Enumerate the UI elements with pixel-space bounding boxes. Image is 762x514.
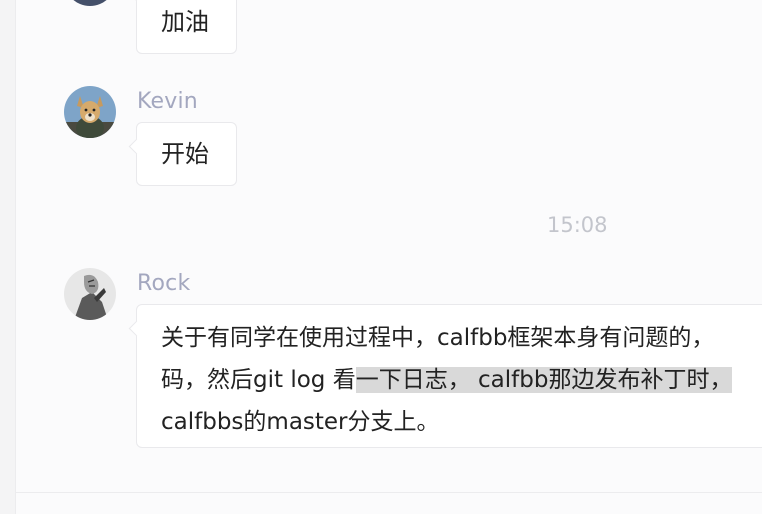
message-text: 开始	[161, 140, 209, 168]
sender-name: Kevin	[137, 89, 198, 114]
avatar[interactable]	[64, 0, 116, 6]
input-area[interactable]	[16, 493, 762, 514]
message-bubble: 关于有同学在使用过程中，calfbb框架本身有问题的， 码，然后git log …	[136, 304, 762, 448]
sidebar-edge	[0, 0, 16, 514]
selected-text[interactable]: 一下日志， calfbb那边发布补丁时，	[355, 367, 733, 393]
message-line: 码，然后git log 看一下日志， calfbb那边发布补丁时，	[161, 359, 762, 401]
message-bubble: 加油	[136, 0, 237, 54]
sketch-avatar-icon	[64, 268, 116, 320]
avatar-rock[interactable]	[64, 268, 116, 320]
sender-name: Rock	[137, 271, 191, 296]
message-text: 加油	[161, 8, 209, 36]
message-timestamp: 15:08	[547, 213, 608, 237]
message-text-segment: 码，然后git log 看	[161, 367, 356, 393]
chat-pane: 加油 Kevin 开始 15:08 Rock 关于有同学在使用过程中，calfb…	[0, 0, 762, 514]
message-bubble: 开始	[136, 122, 237, 186]
avatar-kevin[interactable]	[64, 86, 116, 138]
message-line: calfbbs的master分支上。	[161, 409, 440, 435]
message-line: 关于有同学在使用过程中，calfbb框架本身有问题的，	[161, 325, 715, 351]
message-text: 关于有同学在使用过程中，calfbb框架本身有问题的， 码，然后git log …	[161, 317, 762, 443]
dog-avatar-icon	[64, 86, 116, 138]
user-avatar-icon	[64, 0, 116, 6]
